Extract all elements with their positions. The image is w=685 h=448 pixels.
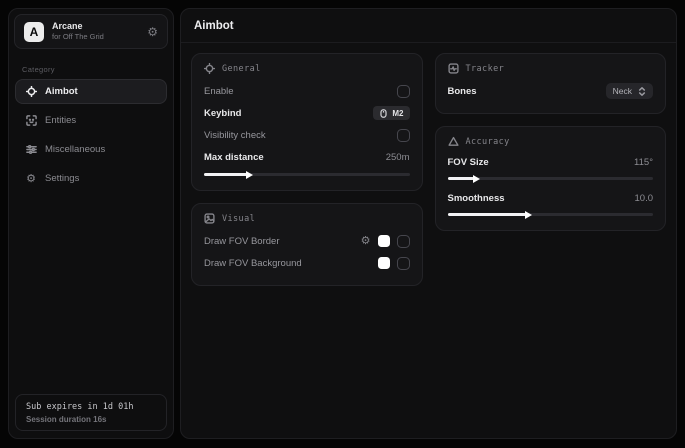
card-title: Visual [222, 214, 255, 224]
app-logo: A [24, 22, 44, 42]
card-title: Tracker [466, 64, 505, 74]
bones-row: Bones Neck [448, 80, 654, 102]
session-duration-text: Session duration 16s [26, 415, 156, 424]
card-title: Accuracy [466, 137, 510, 147]
gear-icon: ⚙ [25, 173, 37, 185]
card-title: General [222, 64, 261, 74]
max-distance-row: Max distance 250m [204, 146, 410, 168]
general-card-header: General [204, 63, 410, 74]
smoothness-slider[interactable] [448, 213, 654, 216]
activity-icon [448, 63, 459, 74]
visibility-check-checkbox[interactable] [397, 129, 410, 142]
brand-card: A Arcane for Off The Grid ⚙ [14, 14, 168, 49]
max-distance-value: 250m [386, 152, 410, 163]
tracker-card-header: Tracker [448, 63, 654, 74]
sidebar-item-aimbot[interactable]: Aimbot [15, 79, 167, 104]
visibility-check-row: Visibility check [204, 124, 410, 146]
subscription-status-card: Sub expires in 1d 01h Session duration 1… [15, 394, 167, 431]
sidebar-item-label: Entities [45, 115, 76, 126]
slider-thumb[interactable] [473, 175, 480, 183]
chevron-up-down-icon [638, 87, 646, 96]
smoothness-value: 10.0 [635, 193, 654, 204]
left-column: General Enable Keybind M2 Visibility che… [191, 53, 423, 286]
image-icon [204, 213, 215, 224]
max-distance-slider[interactable] [204, 173, 410, 176]
enable-row: Enable [204, 80, 410, 102]
scan-icon [25, 115, 37, 127]
sidebar-item-label: Aimbot [45, 86, 78, 97]
mouse-icon [379, 109, 388, 118]
draw-fov-border-row: Draw FOV Border ⚙ [204, 230, 410, 252]
sidebar: A Arcane for Off The Grid ⚙ Category Aim… [8, 8, 174, 439]
fov-size-slider[interactable] [448, 177, 654, 180]
max-distance-label: Max distance [204, 152, 264, 163]
settings-gear-icon[interactable]: ⚙ [147, 26, 158, 38]
app-title: Arcane [52, 21, 139, 32]
keybind-label: Keybind [204, 108, 241, 119]
brand-text: Arcane for Off The Grid [52, 21, 139, 42]
accuracy-card: Accuracy FOV Size 115° Smoothness 10.0 [435, 126, 667, 231]
sidebar-item-label: Settings [45, 173, 79, 184]
bones-label: Bones [448, 86, 477, 97]
fov-border-color-swatch[interactable] [378, 235, 390, 247]
sidebar-nav: Aimbot Entities Miscellaneous ⚙ Settings [9, 79, 173, 191]
fov-size-value: 115° [634, 157, 653, 168]
smoothness-label: Smoothness [448, 193, 505, 204]
fov-background-checkbox[interactable] [397, 257, 410, 270]
category-label: Category [9, 54, 173, 79]
enable-label: Enable [204, 86, 234, 97]
fov-border-gear-icon[interactable]: ⚙ [361, 236, 371, 247]
draw-fov-background-label: Draw FOV Background [204, 258, 302, 269]
visibility-check-label: Visibility check [204, 130, 266, 141]
fov-background-color-swatch[interactable] [378, 257, 390, 269]
sidebar-item-label: Miscellaneous [45, 144, 105, 155]
sub-expiry-text: Sub expires in 1d 01h [26, 402, 156, 412]
bones-selected-value: Neck [613, 86, 632, 96]
smoothness-row: Smoothness 10.0 [448, 189, 654, 208]
tracker-card: Tracker Bones Neck [435, 53, 667, 114]
sidebar-item-settings[interactable]: ⚙ Settings [15, 166, 167, 191]
page-title: Aimbot [194, 20, 234, 32]
enable-checkbox[interactable] [397, 85, 410, 98]
general-card: General Enable Keybind M2 Visibility che… [191, 53, 423, 191]
triangle-icon [448, 136, 459, 147]
keybind-badge[interactable]: M2 [373, 106, 409, 120]
right-column: Tracker Bones Neck Accuracy FOV Size [435, 53, 667, 286]
content: General Enable Keybind M2 Visibility che… [181, 43, 676, 296]
keybind-row: Keybind M2 [204, 102, 410, 124]
sidebar-item-entities[interactable]: Entities [15, 108, 167, 133]
main-panel: Aimbot General Enable Keybind M2 [180, 8, 677, 439]
accuracy-card-header: Accuracy [448, 136, 654, 147]
sliders-icon [25, 144, 37, 156]
slider-thumb[interactable] [246, 171, 253, 179]
app-subtitle: for Off The Grid [52, 32, 139, 41]
crosshair-icon [204, 63, 215, 74]
draw-fov-background-row: Draw FOV Background [204, 252, 410, 274]
sidebar-item-miscellaneous[interactable]: Miscellaneous [15, 137, 167, 162]
draw-fov-border-label: Draw FOV Border [204, 236, 280, 247]
fov-size-row: FOV Size 115° [448, 153, 654, 172]
fov-border-checkbox[interactable] [397, 235, 410, 248]
fov-size-label: FOV Size [448, 157, 489, 168]
bones-select[interactable]: Neck [606, 83, 653, 99]
slider-thumb[interactable] [525, 211, 532, 219]
main-header: Aimbot [181, 9, 676, 43]
visual-card: Visual Draw FOV Border ⚙ Draw FOV Backgr… [191, 203, 423, 286]
keybind-value: M2 [392, 109, 403, 118]
visual-card-header: Visual [204, 213, 410, 224]
crosshair-icon [25, 86, 37, 98]
